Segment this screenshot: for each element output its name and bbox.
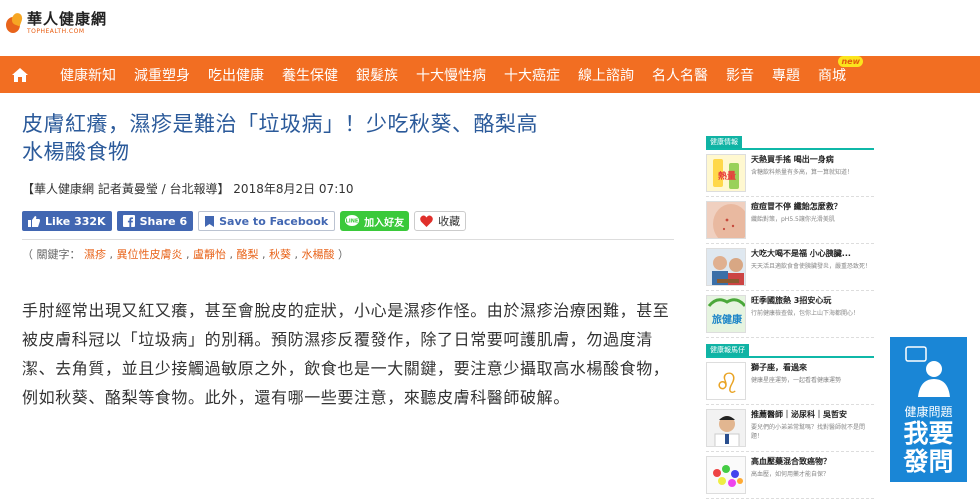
- keyword-link[interactable]: 水楊酸: [302, 248, 335, 261]
- sidebar-item-title: 高血壓藥混合致癌物？: [751, 457, 831, 466]
- sidebar-item-desc: 天天活且適飲食會使胰臟發炎，嚴重恐致死！: [751, 263, 872, 270]
- sidebar-item[interactable]: 痘痘冒不停 纖飴怎麼救？ 纖飴對策，pH5.5讓你光滑美肌: [706, 197, 874, 244]
- nav-item-chronic-disease[interactable]: 十大慢性病: [407, 65, 495, 85]
- facebook-icon: [122, 215, 135, 227]
- svg-text:旅健康: 旅健康: [712, 313, 743, 326]
- sidebar-item-desc: 纖飴對策，pH5.5讓你光滑美肌: [751, 216, 835, 223]
- nav-item-topics[interactable]: 專題: [763, 65, 809, 85]
- keywords: （ 關鍵字： 濕疹 , 異位性皮膚炎 , 盧靜怡 , 酪梨 , 秋葵 , 水楊酸…: [22, 248, 349, 261]
- fb-like-label: Like 332K: [45, 214, 106, 228]
- ask-big-1: 我要: [903, 419, 954, 448]
- nav-item-shop[interactable]: 商城 new: [809, 55, 863, 85]
- site-sub: TOPHEALTH.COM: [27, 28, 85, 35]
- fb-like-button[interactable]: Like 332K: [22, 211, 112, 231]
- article-byline: 【華人健康網 記者黃曼瑩 / 台北報導】 2018年8月2日 07:10: [22, 182, 354, 196]
- svg-text:LINE: LINE: [346, 219, 359, 225]
- fb-save-button[interactable]: Save to Facebook: [198, 211, 336, 231]
- nav-home[interactable]: [0, 56, 40, 93]
- thumbnail: [706, 201, 746, 239]
- sidebar-item-title: 天熱買手搖 喝出一身病: [751, 155, 834, 164]
- home-icon: [12, 67, 28, 82]
- fb-save-label: Save to Facebook: [219, 214, 329, 228]
- nav-item-video[interactable]: 影音: [717, 65, 763, 85]
- sidebar-item[interactable]: 大吃大喝不是福 小心胰臟... 天天活且適飲食會使胰臟發炎，嚴重恐致死！: [706, 244, 874, 291]
- keywords-suffix: ）: [338, 248, 349, 261]
- sidebar-item-desc: 要兒們的小弟弟常幫嗎？找對醫師就不是問題！: [751, 424, 866, 440]
- site-header: 華人健康網 TOPHEALTH.COM: [0, 0, 980, 56]
- article-body: 手肘經常出現又紅又癢，甚至會脫皮的症狀，小心是濕疹作怪。由於濕疹治療困難，甚至被…: [22, 301, 670, 407]
- nav-item-weight-loss[interactable]: 減重塑身: [125, 65, 199, 85]
- sidebar-item[interactable]: 高血壓藥混合致癌物？ 高血壓，如何用藥才能自保？: [706, 452, 874, 499]
- favorite-label: 收藏: [438, 215, 461, 228]
- section-label: 健康情報: [706, 136, 742, 148]
- article: 皮膚紅癢，濕疹是難治「垃圾病」！少吃秋葵、酪梨高 水楊酸食物 【華人健康網 記者…: [22, 110, 674, 412]
- nav-item-online-consult[interactable]: 線上諮詢: [569, 65, 643, 85]
- new-badge: new: [838, 55, 863, 67]
- line-add-friend-label: 加入好友: [364, 217, 405, 229]
- nav-item-wellness[interactable]: 養生保健: [273, 65, 347, 85]
- sidebar-item[interactable]: 熱量 天熱買手搖 喝出一身病 含糖飲料熱量有多高，算一算就知道！: [706, 150, 874, 197]
- thumbnail: [706, 248, 746, 286]
- article-title-line1: 皮膚紅癢，濕疹是難治「垃圾病」！少吃秋葵、酪梨高: [22, 112, 538, 136]
- article-title: 皮膚紅癢，濕疹是難治「垃圾病」！少吃秋葵、酪梨高 水楊酸食物: [22, 110, 672, 166]
- fb-share-button[interactable]: Share 6: [116, 211, 194, 231]
- sidebar-item-title: 大吃大喝不是福 小心胰臟...: [751, 249, 851, 258]
- sidebar-item[interactable]: 旅健康 旺季國旅熱 3招安心玩 行前健康檢查做，包你上山下海都開心！: [706, 291, 874, 338]
- keyword-link[interactable]: 秋葵: [269, 248, 291, 261]
- favorite-button[interactable]: 收藏: [414, 211, 467, 231]
- thumbnail: 旅健康: [706, 295, 746, 333]
- heart-icon: [420, 215, 433, 227]
- bookmark-icon: [205, 215, 215, 227]
- svg-text:♌: ♌: [714, 367, 739, 400]
- sidebar-item[interactable]: ♌ 獅子座，看過來 健康星座運勢，一起看看健康運勢: [706, 358, 874, 405]
- sidebar-item-desc: 健康星座運勢，一起看看健康運勢: [751, 377, 842, 384]
- keyword-link[interactable]: 盧靜怡: [193, 248, 226, 261]
- nav-item-celebrity-doctors[interactable]: 名人名醫: [643, 65, 717, 85]
- sidebar-section-header: 健康情報: [706, 136, 874, 150]
- line-icon: LINE: [345, 215, 360, 227]
- article-title-line2: 水楊酸食物: [22, 140, 130, 164]
- svg-text:熱量: 熱量: [718, 170, 736, 182]
- keyword-link[interactable]: 異位性皮膚炎: [117, 248, 183, 261]
- sidebar-item-desc: 行前健康檢查做，包你上山下海都開心！: [751, 310, 860, 317]
- ask-label: 健康問題: [904, 405, 953, 419]
- nav-item-eat-healthy[interactable]: 吃出健康: [199, 65, 273, 85]
- sidebar-item[interactable]: 推薦醫師｜泌尿科｜吳哲安 要兒們的小弟弟常幫嗎？找對醫師就不是問題！: [706, 405, 874, 452]
- sidebar-item-desc: 含糖飲料熱量有多高，算一算就知道！: [751, 169, 854, 176]
- sidebar-item-desc: 高血壓，如何用藥才能自保？: [751, 471, 830, 478]
- fb-share-label: Share 6: [139, 214, 188, 228]
- logo-icon: [6, 11, 24, 35]
- sidebar-item-title: 獅子座，看過來: [751, 363, 807, 372]
- sidebar-item-title: 痘痘冒不停 纖飴怎麼救？: [751, 202, 842, 211]
- thumbnail: 熱量: [706, 154, 746, 192]
- divider: [22, 239, 674, 240]
- thumbnail: [706, 456, 746, 494]
- site-logo[interactable]: 華人健康網 TOPHEALTH.COM: [6, 10, 108, 35]
- sidebar-item-title: 旺季國旅熱 3招安心玩: [751, 296, 832, 305]
- ask-big-2: 發問: [903, 447, 954, 476]
- nav-item-seniors[interactable]: 銀髮族: [347, 65, 407, 85]
- thumbnail: [706, 409, 746, 447]
- keyword-link[interactable]: 酪梨: [237, 248, 259, 261]
- keyword-link[interactable]: 濕疹: [84, 248, 106, 261]
- thumbnail: ♌: [706, 362, 746, 400]
- main-nav: 健康新知 減重塑身 吃出健康 養生保健 銀髮族 十大慢性病 十大癌症 線上諮詢 …: [0, 55, 980, 93]
- sidebar: 健康情報 熱量 天熱買手搖 喝出一身病 含糖飲料熱量有多高，算一算就知道！ 痘痘…: [706, 136, 874, 499]
- line-add-friend-button[interactable]: LINE 加入好友: [340, 211, 410, 231]
- nav-item-cancer[interactable]: 十大癌症: [495, 65, 569, 85]
- keywords-prefix: （ 關鍵字：: [22, 248, 81, 261]
- site-name: 華人健康網: [27, 10, 108, 28]
- sidebar-item-title: 推薦醫師｜泌尿科｜吳哲安: [751, 410, 847, 419]
- sidebar-section-header: 健康報馬仔: [706, 344, 874, 358]
- thumbs-up-icon: [28, 215, 40, 227]
- nav-item-health-news[interactable]: 健康新知: [40, 65, 125, 85]
- chat-person-icon: [905, 346, 950, 397]
- share-bar: Like 332K Share 6 Save to Facebook LINE …: [22, 211, 672, 231]
- ask-question-button[interactable]: 健康問題 我要 發問: [890, 337, 967, 482]
- section-label: 健康報馬仔: [706, 344, 749, 356]
- nav-item-shop-label: 商城: [818, 67, 846, 84]
